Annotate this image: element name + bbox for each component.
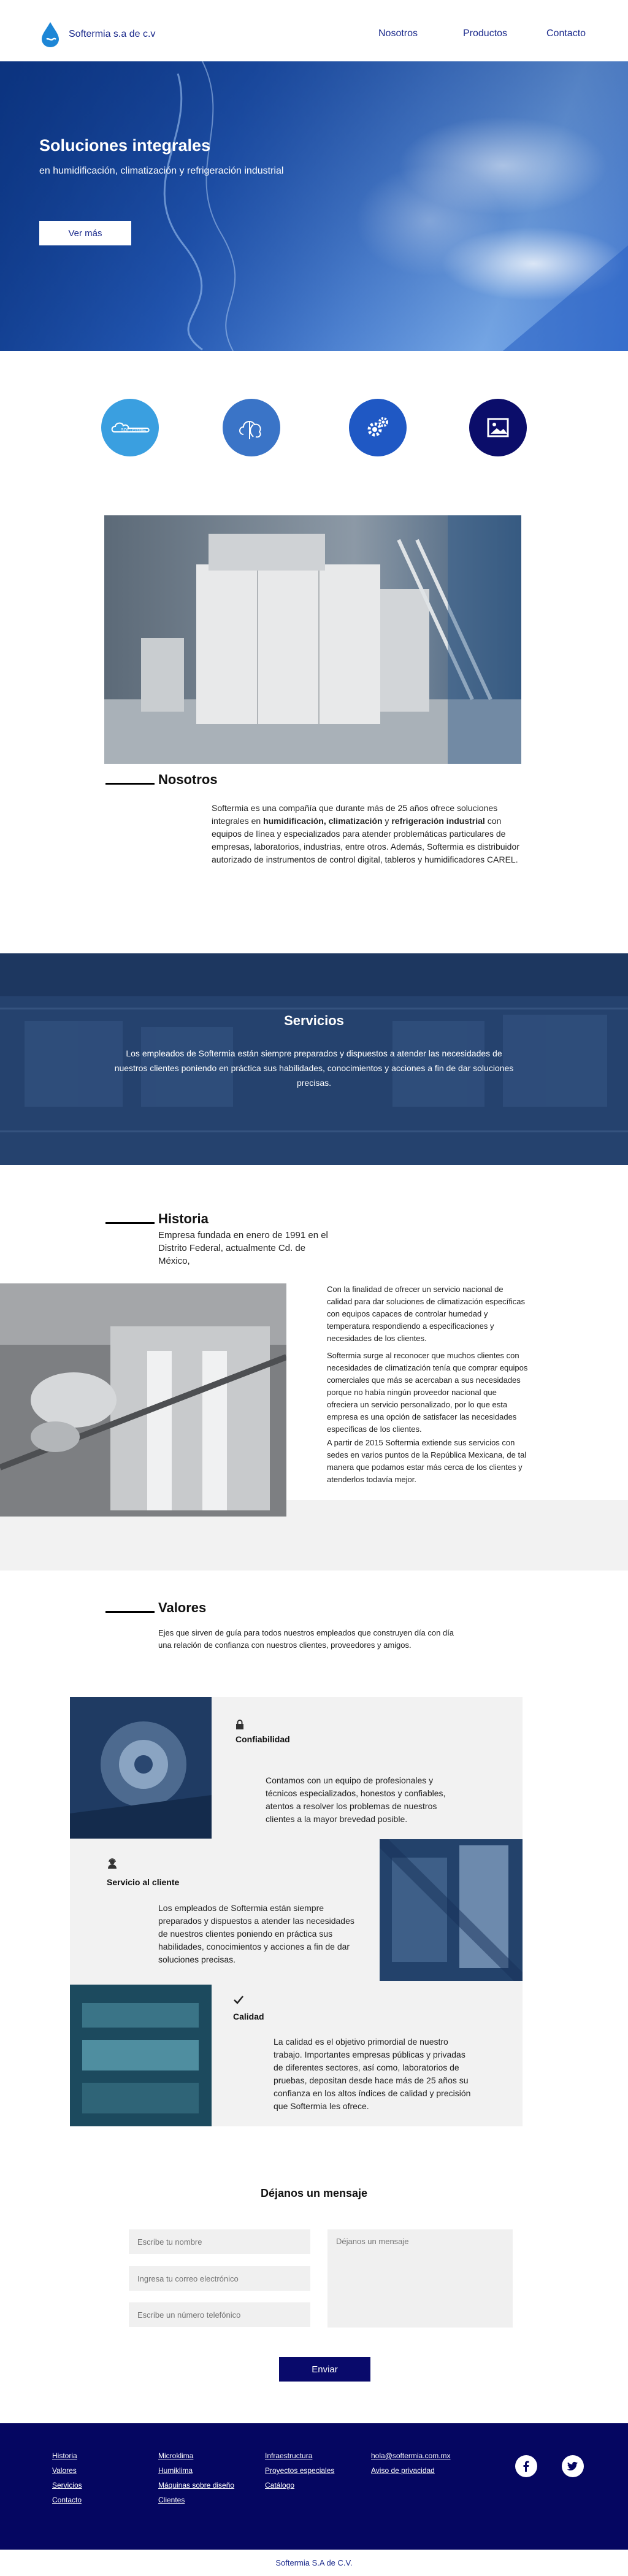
historia-paragraph-1: Con la finalidad de ofrecer un servicio … [327,1285,526,1343]
contact-title: Déjanos un mensaje [260,2187,368,2199]
confiabilidad-photo [70,1697,212,1839]
ver-mas-button[interactable]: Ver más [39,221,131,245]
message-textarea[interactable] [327,2229,513,2328]
historia-paragraph-2: Softermia surge al reconocer que muchos … [327,1351,528,1434]
historia-title: Historia [158,1211,209,1226]
calidad-text: La calidad es el objetivo primordial de … [274,2037,471,2111]
feature-icon-engineering[interactable] [349,399,407,456]
footer-link-humiklima[interactable]: Humiklima [158,2466,193,2475]
footer-email-link[interactable]: hola@softermia.com.mx [371,2451,451,2460]
feature-icon-humidification[interactable]: SOFTERMIA [101,399,159,456]
support-icon [108,1858,117,1869]
send-button[interactable]: Enviar [279,2357,370,2382]
footer-link-contacto[interactable]: Contacto [52,2496,82,2504]
name-input[interactable] [129,2229,310,2254]
footer-link-proyectos[interactable]: Proyectos especiales [265,2466,334,2475]
cloud-logo-icon: SOFTERMIA [111,422,150,433]
servicios-text: Los empleados de Softermia están siempre… [114,1048,514,1088]
feature-icon-climatization[interactable] [223,399,280,456]
nav-productos[interactable]: Productos [463,28,507,39]
hero-smoke-image [0,61,628,351]
twitter-icon [567,2461,578,2470]
svg-text:SOFTERMIA: SOFTERMIA [121,428,146,433]
workshop-photo [0,1283,286,1517]
hero-banner [0,61,628,351]
confiabilidad-title: Confiabilidad [236,1734,290,1744]
brand-name[interactable]: Softermia s.a de c.v [69,29,155,40]
historia-paragraph-3: A partir de 2015 Softermia extiende sus … [327,1438,527,1484]
gears-icon [367,417,388,437]
historia-intro: Empresa fundada en enero de 1991 en el D… [158,1230,328,1266]
twitter-button[interactable] [562,2455,584,2477]
check-icon [234,1996,243,2004]
hero-title: Soluciones integrales [39,136,211,155]
nosotros-title: Nosotros [158,772,218,787]
valores-rule [105,1611,155,1613]
cloud-flow-icon [239,421,261,439]
nav-contacto[interactable]: Contacto [546,28,586,39]
servicio-cliente-text: Los empleados de Softermia están siempre… [158,1903,354,1964]
calidad-title: Calidad [233,2012,264,2021]
footer-link-microklima[interactable]: Microklima [158,2451,193,2460]
nosotros-rule [105,783,155,785]
footer [0,2423,628,2550]
facebook-button[interactable] [515,2455,537,2477]
footer-link-catalogo[interactable]: Catálogo [265,2481,294,2489]
facebook-icon [523,2461,529,2472]
industrial-equipment-photo [104,515,521,764]
calidad-photo [70,1985,212,2126]
footer-link-servicios[interactable]: Servicios [52,2481,82,2489]
servicio-cliente-photo [380,1839,523,1981]
copyright: Softermia S.A de C.V. [275,2558,353,2567]
servicio-cliente-title: Servicio al cliente [107,1877,180,1887]
historia-rule [105,1222,155,1224]
email-input[interactable] [129,2266,310,2291]
logo-drop-icon [42,22,59,47]
valores-intro: Ejes que sirven de guía para todos nuest… [158,1628,454,1650]
footer-link-maquinas[interactable]: Máquinas sobre diseño [158,2481,234,2489]
servicios-title: Servicios [284,1013,344,1028]
footer-link-clientes[interactable]: Clientes [158,2496,185,2504]
lock-icon [236,1720,243,1729]
image-icon [487,418,509,437]
feature-icon-gallery[interactable] [469,399,527,456]
footer-link-infraestructura[interactable]: Infraestructura [265,2451,312,2460]
footer-link-historia[interactable]: Historia [52,2451,77,2460]
confiabilidad-text: Contamos con un equipo de profesionales … [266,1775,446,1824]
nav-nosotros[interactable]: Nosotros [378,28,418,39]
footer-link-valores[interactable]: Valores [52,2466,77,2475]
valores-title: Valores [158,1600,207,1615]
nosotros-text: Softermia es una compañía que durante má… [212,803,519,864]
footer-link-privacidad[interactable]: Aviso de privacidad [371,2466,435,2475]
phone-input[interactable] [129,2302,310,2327]
hero-subtitle: en humidificación, climatización y refri… [39,166,284,176]
